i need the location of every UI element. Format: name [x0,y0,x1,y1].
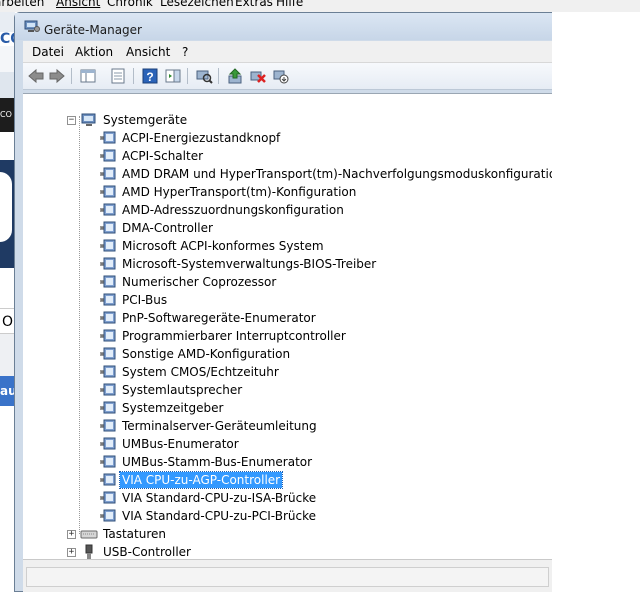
bg-menu-item: Extras [235,0,273,9]
action-pane-icon[interactable] [164,67,182,85]
keyboard-icon [80,526,98,542]
computer-category-icon [80,112,98,128]
device-icon [99,166,117,182]
tree-item-label: AMD DRAM und HyperTransport(tm)-Nachverf… [122,167,552,181]
toolbar-separator [71,68,72,84]
bg-menu-item: Chronik [107,0,153,9]
tree-item-label: USB-Controller [103,545,191,559]
bg-menu-item: Ansicht [56,0,101,9]
tree-item-label: PnP-Softwaregeräte-Enumerator [122,311,316,325]
menu-datei[interactable]: Datei [32,45,64,59]
device-icon [99,184,117,200]
device-icon [99,238,117,254]
device-icon [99,346,117,362]
help-icon[interactable]: ? [141,67,159,85]
tree-item-label: UMBus-Enumerator [122,437,239,451]
tree-item-label: VIA CPU-zu-AGP-Controller [118,471,284,489]
toolbar: ? [23,63,552,90]
bg-menu-item: arbeiten [0,0,45,9]
device-icon [99,436,117,452]
device-icon [99,418,117,434]
toolbar-separator [218,68,219,84]
background-window-edge: CO CO O aut [0,12,15,592]
tree-item-label: Tastaturen [103,527,166,541]
device-icon [99,220,117,236]
tree-item-label: DMA-Controller [122,221,213,235]
device-icon [99,130,117,146]
menu-ansicht[interactable]: Ansicht [126,45,170,59]
tree-item-label: Systemzeitgeber [122,401,224,415]
tree-item-label: ACPI-Schalter [122,149,204,163]
usb-icon [80,544,98,559]
bg-text: CO [0,32,15,46]
title-bar[interactable]: Geräte-Manager [15,13,552,40]
toolbar-separator [187,68,188,84]
tree-item-label: UMBus-Stamm-Bus-Enumerator [122,455,313,469]
tree-item-label: VIA Standard-CPU-zu-PCI-Brücke [122,509,316,523]
tree-item-label: Systemgeräte [103,113,188,127]
tree-item-label: AMD-Adresszuordnungskonfiguration [122,203,344,217]
device-icon [99,454,117,470]
bg-menu-item: Hilfe [276,0,304,9]
tree-item-label: Systemlautsprecher [122,383,243,397]
tree-item-label: VIA Standard-CPU-zu-ISA-Brücke [122,491,317,505]
tree-item-label: System CMOS/Echtzeituhr [122,365,279,379]
properties-icon[interactable] [109,67,127,85]
tree-guide-line [79,116,80,534]
tree-item-label: Microsoft-Systemverwaltungs-BIOS-Treiber [122,257,377,271]
device-manager-window: Geräte-Manager Datei Aktion Ansicht ? ? [14,12,552,592]
window-title: Geräte-Manager [44,23,142,37]
tree-item-label: Sonstige AMD-Konfiguration [122,347,291,361]
scan-hardware-icon[interactable] [195,67,213,85]
device-manager-icon [24,19,40,33]
expand-category-icon[interactable]: + [67,530,76,539]
device-icon [99,508,117,524]
forward-icon[interactable] [48,67,66,85]
bg-text: O [0,308,15,334]
device-icon [99,382,117,398]
device-icon [99,202,117,218]
device-icon [99,364,117,380]
device-icon [99,256,117,272]
status-panel [26,567,549,587]
device-icon [99,328,117,344]
device-icon [99,148,117,164]
device-icon [99,400,117,416]
device-icon [99,472,117,488]
expand-category-icon[interactable]: + [67,548,76,557]
tree-item-label: Microsoft ACPI-konformes System [122,239,324,253]
bg-text: aut [0,376,15,406]
device-tree[interactable]: − Systemgeräte ACPI-Energiezustandknopf ACP… [23,93,552,559]
collapse-systemgeraete-icon[interactable]: − [67,116,76,125]
tree-item-label: PCI-Bus [122,293,168,307]
tree-item-label: ACPI-Energiezustandknopf [122,131,281,145]
uninstall-icon[interactable] [249,67,267,85]
device-icon [99,292,117,308]
status-bar [23,559,552,592]
disable-icon[interactable] [272,67,290,85]
svg-text:?: ? [146,70,153,84]
toolbar-separator [133,68,134,84]
tree-item-label: AMD HyperTransport(tm)-Konfiguration [122,185,357,199]
device-icon [99,490,117,506]
back-icon[interactable] [27,67,45,85]
menu-bar: Datei Aktion Ansicht ? [23,41,552,63]
bg-menu-item: Lesezeichen [160,0,234,9]
device-icon [99,310,117,326]
menu-help[interactable]: ? [182,45,188,59]
background-menubar: arbeiten Ansicht Chronik Lesezeichen Ext… [0,0,640,12]
tree-item-label: Numerischer Coprozessor [122,275,277,289]
device-icon [99,274,117,290]
console-tree-icon[interactable] [79,67,97,85]
update-driver-icon[interactable] [226,67,244,85]
tree-item-label: Terminalserver-Geräteumleitung [122,419,317,433]
tree-item-label: Programmierbarer Interruptcontroller [122,329,346,343]
bg-text: CO [0,98,15,132]
menu-aktion[interactable]: Aktion [75,45,113,59]
